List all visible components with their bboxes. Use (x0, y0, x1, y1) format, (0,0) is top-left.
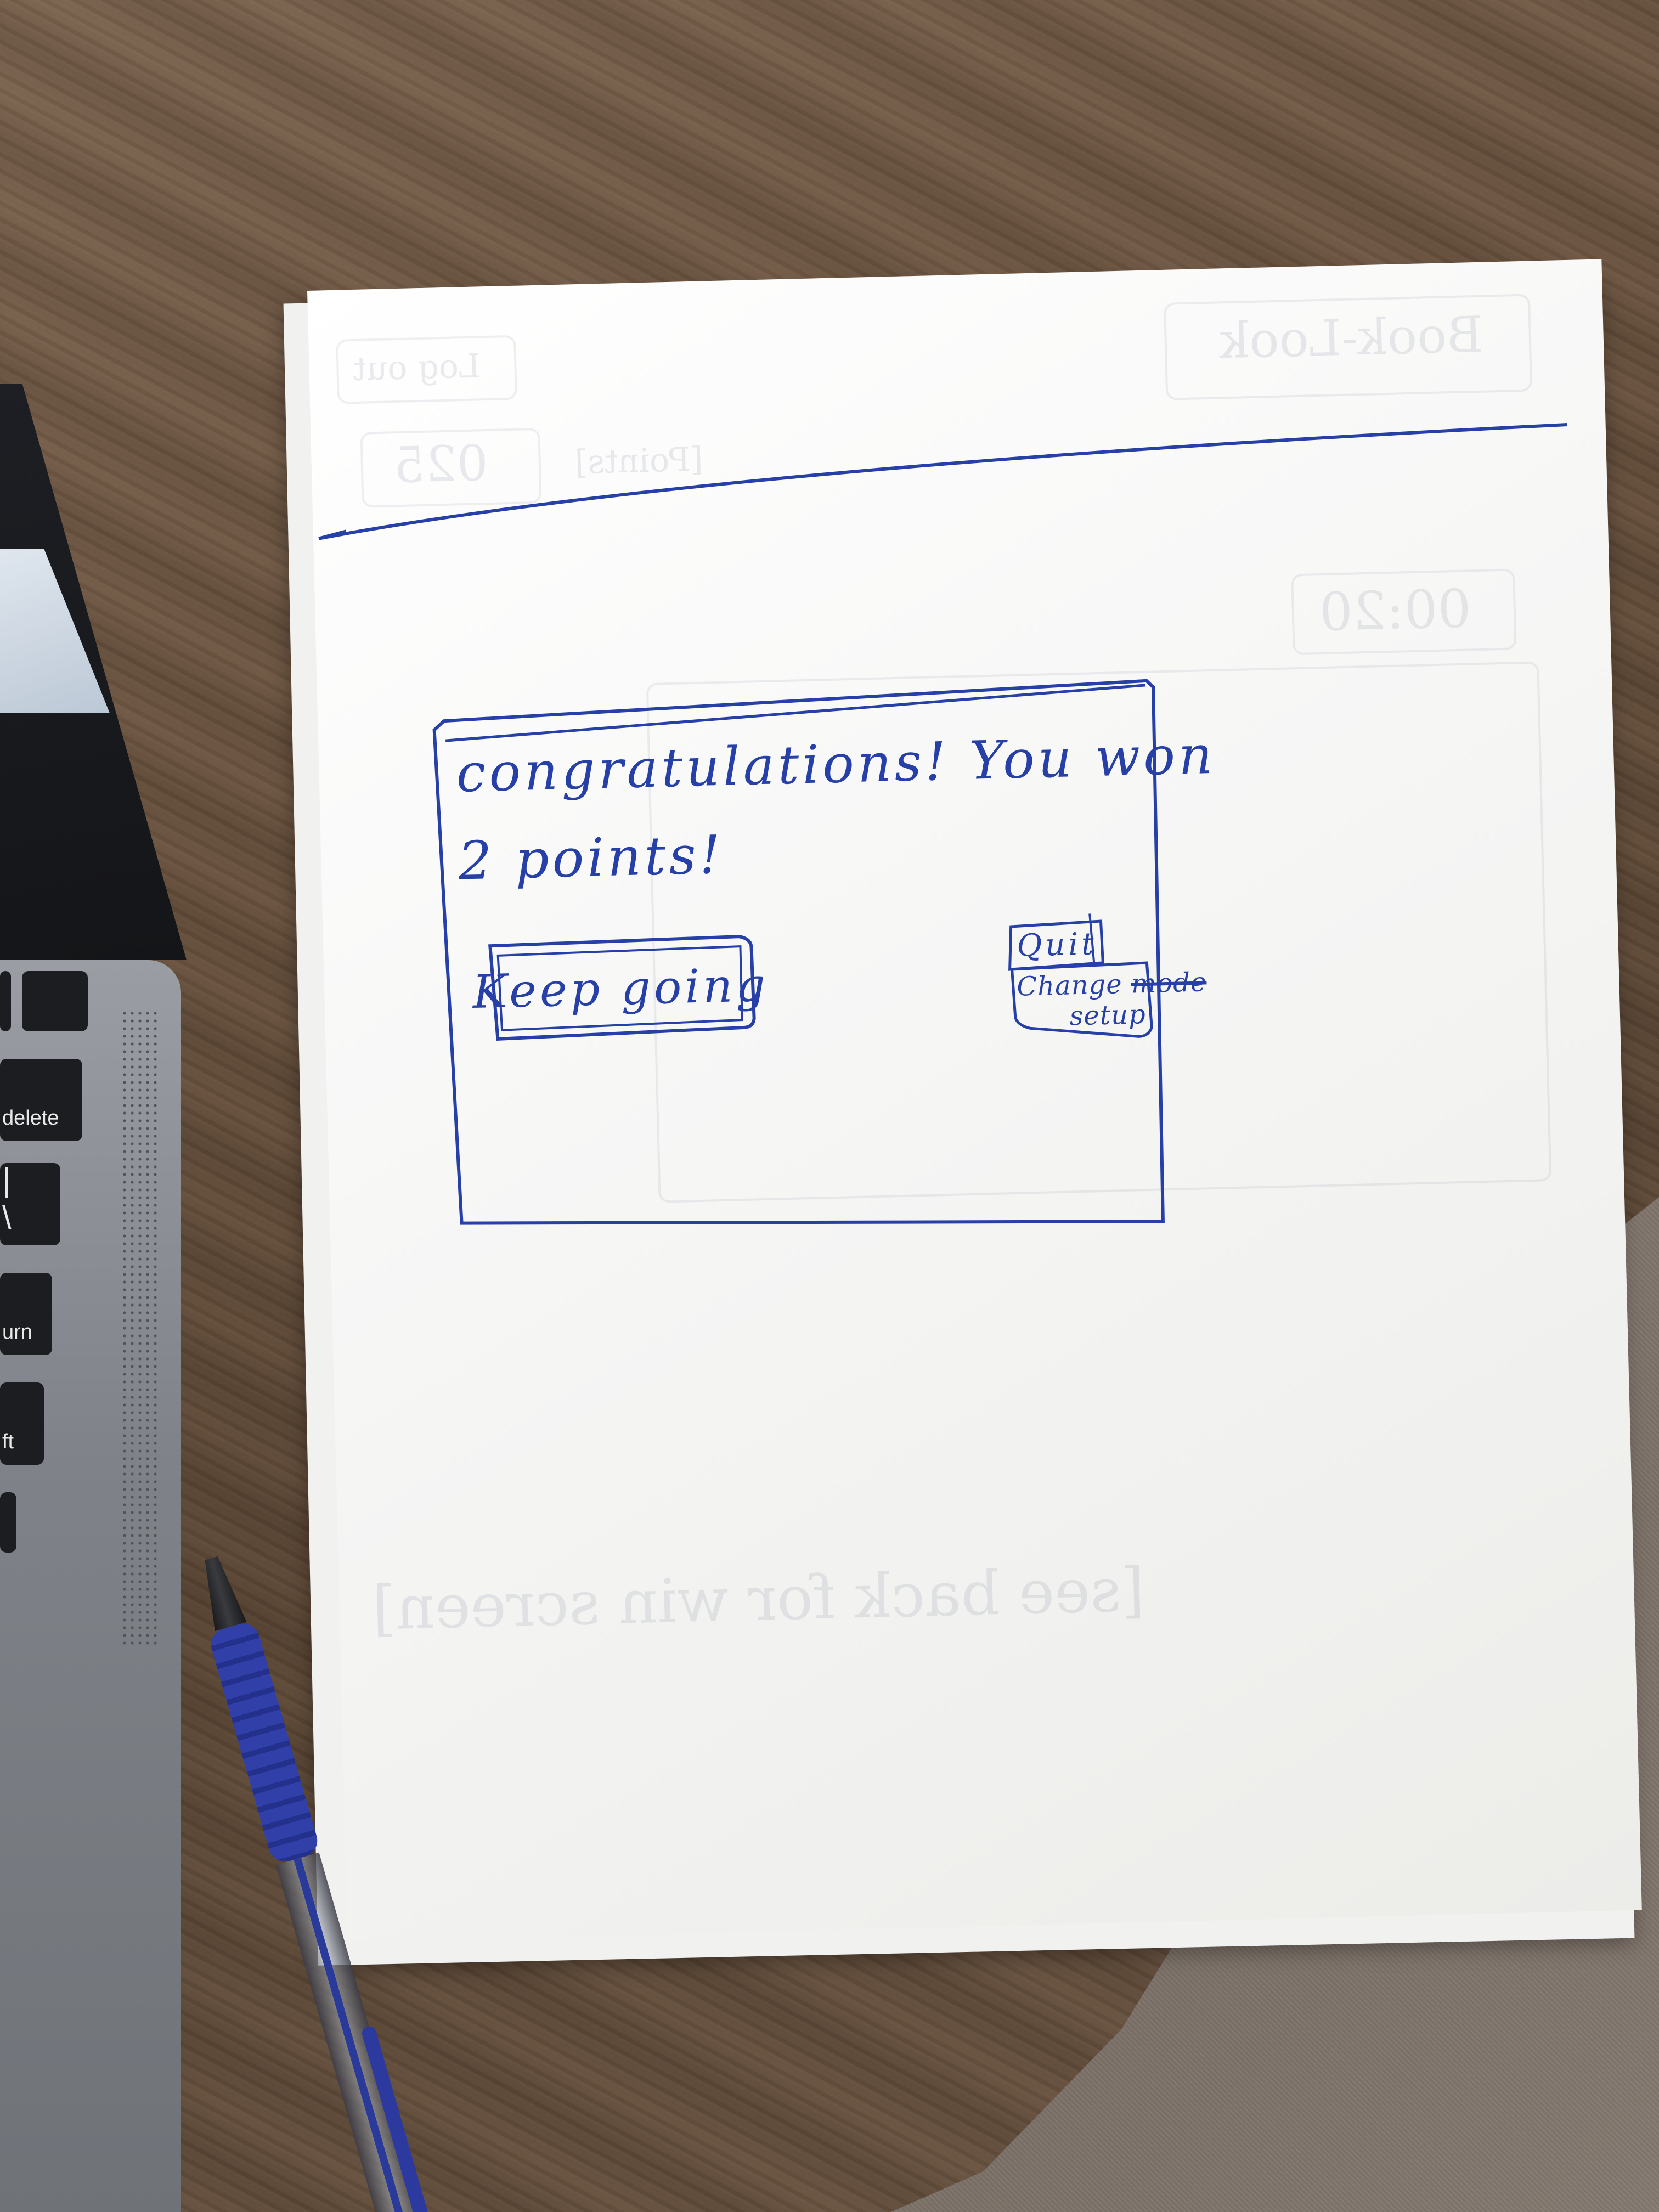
quit-button[interactable]: Quit (1013, 922, 1101, 967)
pen-tip (195, 1554, 247, 1632)
ink-strokes (318, 422, 1567, 1225)
win-message-line2: 2 points! (458, 823, 725, 892)
sketch-paper: Book-Look Log out 025 [Points] 00:20 [se… (307, 259, 1642, 1942)
key-return: urn (0, 1273, 52, 1355)
setup-label: setup (1069, 999, 1147, 1032)
keyboard-key (0, 971, 11, 1031)
photo-scene: delete | \ urn ft Book-Look Log out 025 [… (0, 0, 1659, 2212)
key-shift: ft (0, 1383, 44, 1465)
quit-label: Quit (1016, 926, 1098, 964)
keep-going-label: Keep going (472, 957, 770, 1019)
speaker-grille (121, 1009, 159, 1646)
key-delete: delete (0, 1059, 82, 1141)
keyboard-key (0, 1492, 16, 1553)
change-label: Change (1016, 969, 1123, 1002)
crossed-out-mode: mode (1131, 967, 1207, 1000)
laptop: delete | \ urn ft (0, 384, 187, 2212)
change-setup-button[interactable]: Change mode setup (1017, 965, 1207, 1036)
keep-going-button[interactable]: Keep going (472, 949, 769, 1028)
change-setup-first-line: Change mode (1017, 967, 1207, 1002)
keyboard-key (22, 971, 88, 1031)
keyboard-key: | \ (0, 1161, 60, 1245)
